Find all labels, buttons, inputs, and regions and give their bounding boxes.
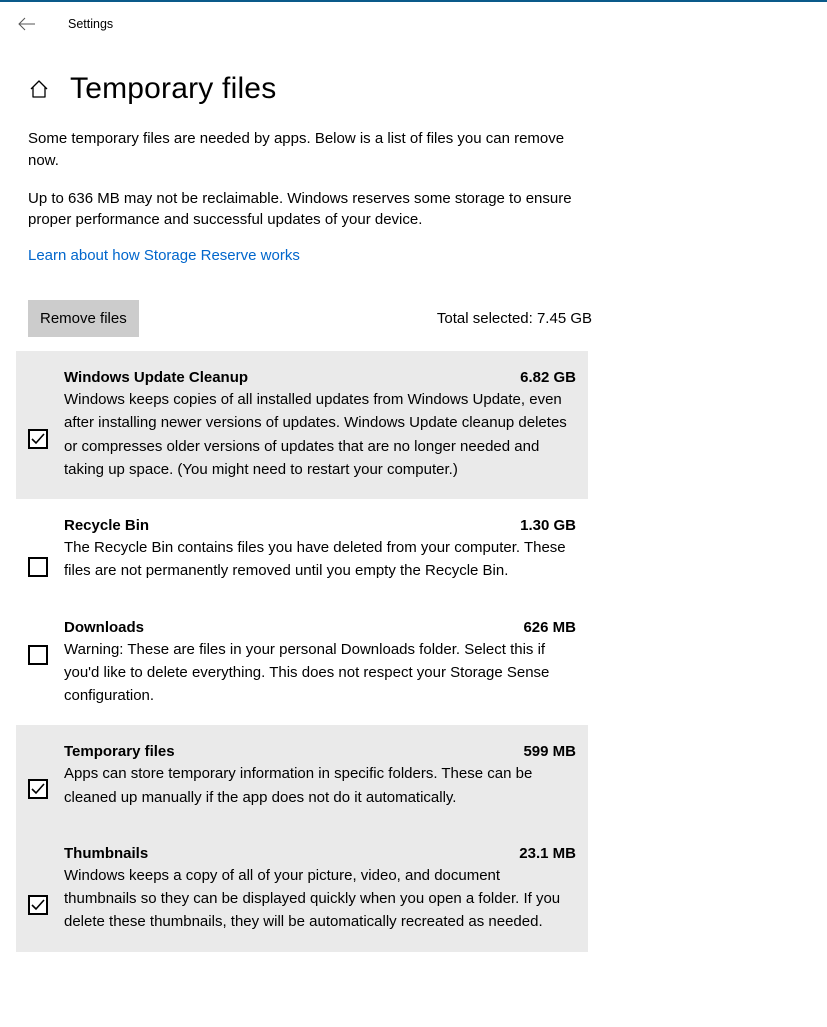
header-bar: Settings [0, 2, 827, 46]
item-size: 599 MB [523, 743, 576, 760]
item-size: 6.82 GB [520, 369, 576, 386]
item-recycle-bin[interactable]: Recycle Bin 1.30 GB The Recycle Bin cont… [16, 499, 588, 601]
page-title: Temporary files [70, 72, 276, 106]
total-selected: Total selected: 7.45 GB [437, 310, 592, 327]
item-desc: Apps can store temporary information in … [64, 762, 576, 809]
item-thumbnails[interactable]: Thumbnails 23.1 MB Windows keeps a copy … [16, 827, 588, 952]
checkbox[interactable] [28, 429, 48, 449]
item-temporary-files[interactable]: Temporary files 599 MB Apps can store te… [16, 725, 588, 827]
item-title: Temporary files [64, 743, 175, 760]
item-desc: Windows keeps a copy of all of your pict… [64, 864, 576, 934]
item-desc: Warning: These are files in your persona… [64, 638, 576, 708]
item-title: Recycle Bin [64, 517, 149, 534]
item-windows-update-cleanup[interactable]: Windows Update Cleanup 6.82 GB Windows k… [16, 351, 588, 499]
header-title: Settings [68, 17, 113, 31]
intro-text-2: Up to 636 MB may not be reclaimable. Win… [28, 188, 592, 232]
item-title: Thumbnails [64, 845, 148, 862]
item-size: 23.1 MB [519, 845, 576, 862]
back-arrow-icon[interactable] [18, 17, 36, 31]
intro-text-1: Some temporary files are needed by apps.… [28, 128, 592, 172]
item-title: Downloads [64, 619, 144, 636]
item-desc: Windows keeps copies of all installed up… [64, 388, 576, 481]
file-list: Windows Update Cleanup 6.82 GB Windows k… [16, 351, 588, 952]
item-size: 1.30 GB [520, 517, 576, 534]
item-size: 626 MB [523, 619, 576, 636]
checkbox[interactable] [28, 779, 48, 799]
item-downloads[interactable]: Downloads 626 MB Warning: These are file… [16, 601, 588, 726]
item-title: Windows Update Cleanup [64, 369, 248, 386]
remove-files-button[interactable]: Remove files [28, 300, 139, 337]
home-icon[interactable] [28, 78, 50, 100]
checkbox[interactable] [28, 895, 48, 915]
checkbox[interactable] [28, 557, 48, 577]
item-desc: The Recycle Bin contains files you have … [64, 536, 576, 583]
storage-reserve-link[interactable]: Learn about how Storage Reserve works [28, 247, 300, 264]
checkbox[interactable] [28, 645, 48, 665]
